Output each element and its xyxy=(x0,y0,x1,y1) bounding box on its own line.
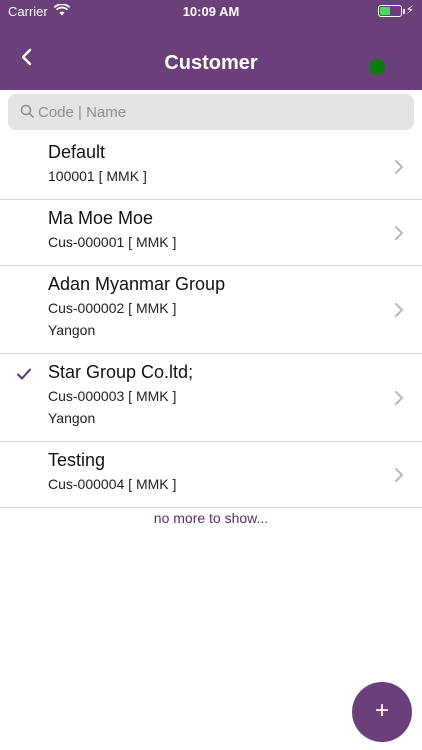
chevron-right-icon xyxy=(394,302,404,318)
customer-list: Default 100001 [ MMK ] Ma Moe Moe Cus-00000… xyxy=(0,134,422,508)
checkmark-icon xyxy=(16,366,32,382)
customer-name: Testing xyxy=(48,450,106,470)
search-icon xyxy=(20,104,34,123)
charging-icon: ⚡ xyxy=(405,3,414,17)
customer-code: 100001 [ MMK ] xyxy=(48,168,147,184)
chevron-right-icon xyxy=(394,159,404,175)
customer-city: Yangon xyxy=(48,410,96,426)
customer-name: Adan Myanmar Group xyxy=(48,274,226,294)
customer-row[interactable]: Testing Cus-000004 [ MMK ] xyxy=(0,442,422,508)
status-bar: Carrier 10:09 AM ⚡ xyxy=(0,0,422,22)
customer-code: Cus-000001 [ MMK ] xyxy=(48,234,177,250)
status-time: 10:09 AM xyxy=(182,4,240,19)
customer-name: Default xyxy=(48,142,106,162)
customer-row[interactable]: Default 100001 [ MMK ] xyxy=(0,134,422,200)
customer-code: Cus-000004 [ MMK ] xyxy=(48,476,177,492)
add-customer-button[interactable]: + xyxy=(352,682,412,742)
page-title: Customer xyxy=(164,52,258,74)
customer-code: Cus-000002 [ MMK ] xyxy=(48,300,177,316)
customer-row[interactable]: Ma Moe Moe Cus-000001 [ MMK ] xyxy=(0,200,422,266)
no-more-label: no more to show... xyxy=(153,510,269,526)
chevron-right-icon xyxy=(394,467,404,483)
nav-bar: Customer xyxy=(0,22,422,90)
customer-name: Star Group Co.ltd; xyxy=(48,362,194,382)
customer-row[interactable]: Adan Myanmar Group Cus-000002 [ MMK ] Yang… xyxy=(0,266,422,354)
customer-row[interactable]: Star Group Co.ltd; Cus-000003 [ MMK ] Yang… xyxy=(0,354,422,442)
chevron-right-icon xyxy=(394,390,404,406)
chevron-right-icon xyxy=(394,225,404,241)
search-input[interactable] xyxy=(38,94,398,130)
customer-city: Yangon xyxy=(48,322,96,338)
connection-status-indicator xyxy=(369,59,385,75)
battery-icon xyxy=(378,5,405,17)
customer-name: Ma Moe Moe xyxy=(48,208,154,228)
search-bar[interactable] xyxy=(8,94,414,130)
customer-code: Cus-000003 [ MMK ] xyxy=(48,388,177,404)
